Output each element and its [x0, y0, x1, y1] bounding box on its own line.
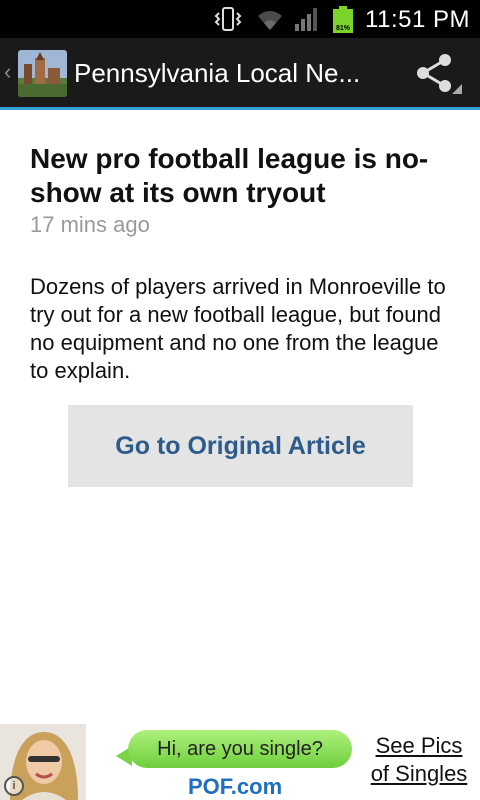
action-bar: ‹ Pennsylvania Local Ne... — [0, 38, 480, 110]
article-timestamp: 17 mins ago — [30, 212, 150, 237]
app-title: Pennsylvania Local Ne... — [74, 58, 361, 88]
wifi-icon — [258, 11, 282, 30]
article: New pro football league is no-show at it… — [30, 142, 460, 385]
status-bar: 81% 11:51 PM — [0, 0, 480, 38]
ad-speech-bubble[interactable]: Hi, are you single? — [128, 730, 352, 768]
app-icon[interactable] — [18, 50, 67, 97]
battery-icon: 81% — [332, 6, 354, 33]
ad-info-icon[interactable]: i — [4, 776, 24, 796]
ad-link[interactable]: See Pics of Singles — [360, 732, 478, 788]
ad-link-line2[interactable]: of Singles — [360, 760, 478, 788]
original-article-button[interactable]: Go to Original Article — [68, 405, 413, 487]
share-icon[interactable] — [410, 52, 462, 94]
battery-percent: 81% — [335, 25, 350, 32]
article-headline: New pro football league is no-show at it… — [30, 143, 429, 208]
ad-link-line1[interactable]: See Pics — [360, 732, 478, 760]
ad-site[interactable]: POF.com — [188, 774, 282, 800]
up-chevron-icon[interactable]: ‹ — [4, 59, 11, 85]
status-time: 11:51 PM — [365, 6, 470, 33]
article-body: Dozens of players arrived in Monroeville… — [30, 274, 446, 383]
vibrate-icon — [214, 7, 242, 31]
signal-icon — [295, 8, 317, 31]
ad-banner[interactable]: i Hi, are you single? POF.com See Pics o… — [0, 724, 480, 800]
